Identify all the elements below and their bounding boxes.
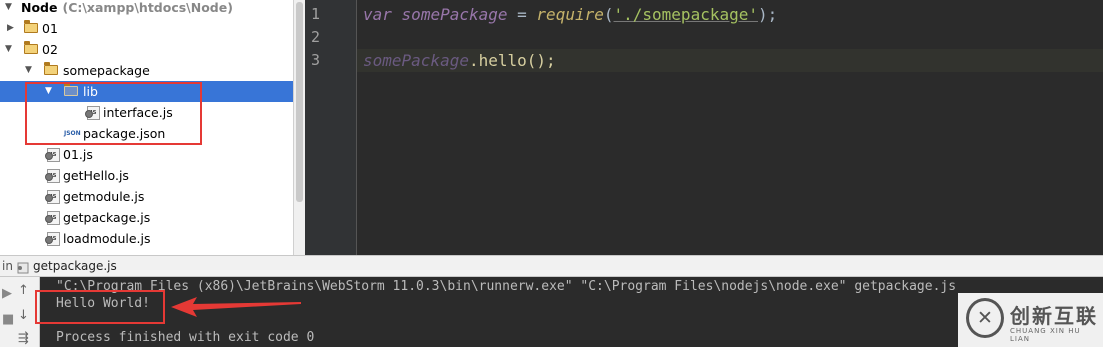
line-number: 3 bbox=[311, 51, 321, 69]
tree-item-lib[interactable]: ▼ lib bbox=[0, 81, 293, 102]
tree-item-getpackage-js[interactable]: JS getpackage.js bbox=[0, 207, 293, 228]
tree-item-label: interface.js bbox=[103, 105, 173, 120]
js-file-icon: JS bbox=[45, 169, 60, 183]
folder-icon bbox=[63, 83, 78, 96]
assign-operator: = bbox=[507, 5, 537, 24]
tree-item-label: somepackage bbox=[63, 63, 150, 78]
tree-item-01-js[interactable]: JS 01.js bbox=[0, 144, 293, 165]
collapsed-arrow-icon[interactable]: ▶ bbox=[7, 18, 14, 39]
run-tab-bar: in getpackage.js bbox=[0, 255, 1103, 277]
stop-icon[interactable]: ■ bbox=[2, 312, 14, 327]
variable-name: somePackage bbox=[401, 5, 508, 24]
open-paren: ( bbox=[603, 5, 614, 24]
tree-item-label: lib bbox=[83, 84, 98, 99]
tree-scrollbar-thumb[interactable] bbox=[296, 2, 303, 202]
json-file-icon: JSON bbox=[64, 130, 81, 137]
tree-item-label: 02 bbox=[42, 42, 58, 57]
soft-wrap-icon[interactable]: ⇶ bbox=[18, 331, 29, 346]
tree-item-label: 01.js bbox=[63, 147, 93, 162]
line-number: 2 bbox=[311, 28, 321, 46]
tree-item-label: 01 bbox=[42, 21, 58, 36]
console-toolbar: ▶ ↑ ■ ↓ ⇶ bbox=[0, 277, 40, 347]
method-call: .hello(); bbox=[468, 51, 556, 70]
tree-item-label: package.json bbox=[83, 126, 166, 141]
code-line-1[interactable]: var somePackage = require('./somepackage… bbox=[357, 3, 1103, 26]
tree-item-somepackage[interactable]: ▼ somepackage bbox=[0, 60, 293, 81]
tree-item-package-json[interactable]: JSON package.json bbox=[0, 123, 293, 144]
js-file-icon: JS bbox=[45, 232, 60, 246]
watermark-title: 创新互联 bbox=[1010, 304, 1098, 328]
js-file-icon: JS bbox=[45, 148, 60, 162]
run-tab-label[interactable]: getpackage.js bbox=[33, 256, 117, 276]
folder-icon bbox=[43, 62, 58, 75]
expand-arrow-icon[interactable]: ▼ bbox=[45, 81, 52, 102]
keyword-var: var bbox=[363, 5, 392, 24]
code-line-3[interactable]: somePackage.hello(); bbox=[357, 49, 1103, 72]
tree-item-label: getmodule.js bbox=[63, 189, 145, 204]
js-file-icon: JS bbox=[45, 190, 60, 204]
run-prefix: in bbox=[2, 259, 13, 273]
tree-item-label: getHello.js bbox=[63, 168, 129, 183]
rerun-icon[interactable]: ▶ bbox=[2, 286, 12, 301]
watermark-subtitle: CHUANG XIN HU LIAN bbox=[1010, 327, 1081, 343]
expand-arrow-icon[interactable]: ▼ bbox=[5, 39, 12, 60]
watermark: ✕ 创新互联 CHUANG XIN HU LIAN bbox=[958, 293, 1103, 347]
tree-item-label: getpackage.js bbox=[63, 210, 151, 225]
project-tree: ▼ Node (C:\xampp\htdocs\Node) ▶ 01 ▼ 02 ▼… bbox=[0, 0, 293, 255]
function-require: require bbox=[536, 5, 604, 24]
scroll-down-icon[interactable]: ↓ bbox=[18, 308, 29, 323]
tree-item-01[interactable]: ▶ 01 bbox=[0, 18, 293, 39]
code-editor[interactable]: var somePackage = require('./somepackage… bbox=[357, 0, 1103, 255]
module-path-string: './somepackage' bbox=[613, 5, 759, 24]
expand-arrow-icon[interactable]: ▼ bbox=[5, 0, 12, 18]
tree-item-interface-js[interactable]: JS interface.js bbox=[0, 102, 293, 123]
tree-item-gethello-js[interactable]: JS getHello.js bbox=[0, 165, 293, 186]
annotation-arrow-icon bbox=[171, 297, 301, 317]
expand-arrow-icon[interactable]: ▼ bbox=[25, 60, 32, 81]
folder-icon bbox=[23, 41, 38, 54]
close-paren: ); bbox=[758, 5, 778, 24]
js-file-icon: JS bbox=[85, 106, 100, 120]
console-line: Hello World! bbox=[56, 296, 150, 311]
line-number: 1 bbox=[311, 5, 321, 23]
variable-name: somePackage bbox=[363, 51, 469, 70]
tree-item-loadmodule-js[interactable]: JS loadmodule.js bbox=[0, 228, 293, 249]
tree-root-node[interactable]: ▼ Node (C:\xampp\htdocs\Node) bbox=[0, 0, 293, 18]
root-folder-label: Node bbox=[21, 0, 58, 15]
js-file-icon: JS bbox=[45, 211, 60, 225]
folder-icon bbox=[23, 20, 38, 33]
root-folder-path: (C:\xampp\htdocs\Node) bbox=[62, 0, 233, 15]
code-line-2[interactable] bbox=[357, 26, 1103, 49]
tree-item-02[interactable]: ▼ 02 bbox=[0, 39, 293, 60]
watermark-logo-icon: ✕ bbox=[966, 298, 1004, 338]
tree-item-getmodule-js[interactable]: JS getmodule.js bbox=[0, 186, 293, 207]
tree-item-label: loadmodule.js bbox=[63, 231, 151, 246]
line-number-gutter: 1 2 3 bbox=[305, 0, 357, 255]
scroll-up-icon[interactable]: ↑ bbox=[18, 283, 29, 298]
console-line: Process finished with exit code 0 bbox=[56, 330, 315, 345]
